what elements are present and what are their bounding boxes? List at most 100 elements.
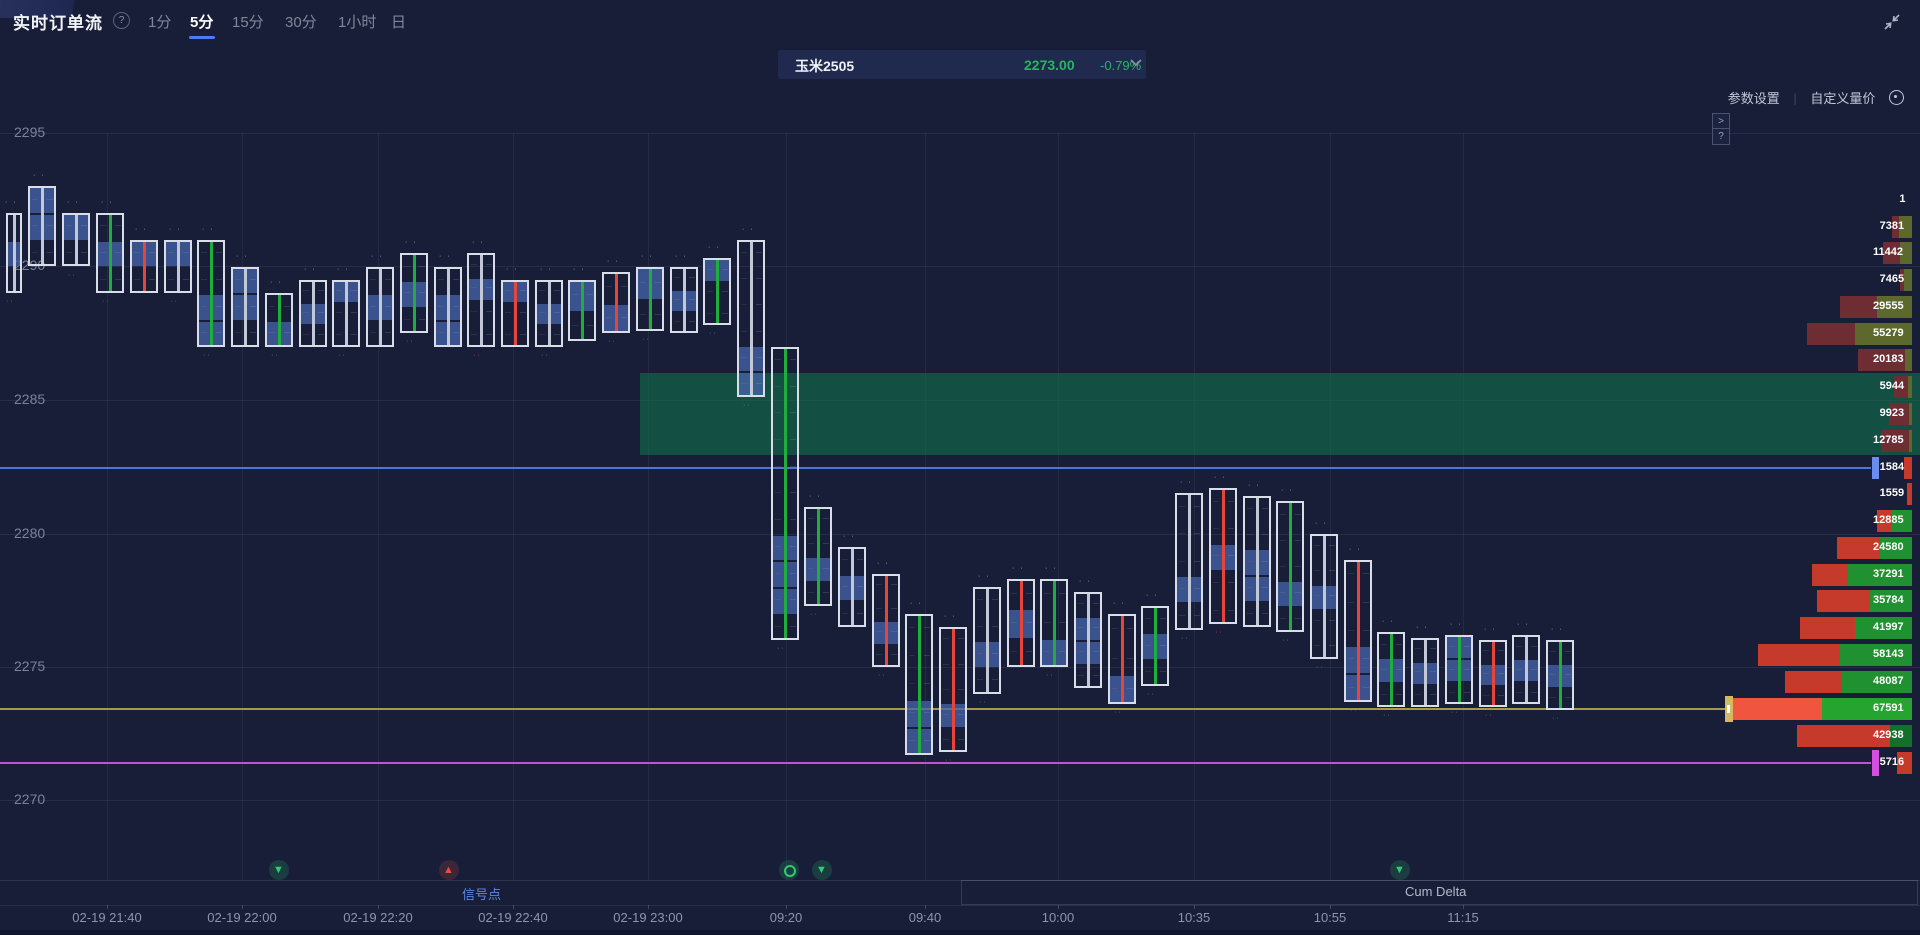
ask-volume-mark: ···	[857, 557, 863, 563]
candle-delta-line	[345, 282, 348, 345]
signal-marker-down-green[interactable]: ▼	[812, 860, 832, 880]
bid-volume-mark: ···	[876, 652, 882, 658]
tab-5分[interactable]: 5分	[190, 11, 213, 32]
custom-volume-button[interactable]: 自定义量价	[1810, 91, 1875, 106]
ask-volume-mark: ···	[1160, 616, 1166, 622]
ask-volume-mark: ···	[756, 302, 762, 308]
time-axis-label: 10:55	[1314, 910, 1347, 925]
candle-delta-annotation: ··	[1181, 635, 1190, 642]
signal-pane-label[interactable]: 信号点	[462, 884, 501, 903]
ask-volume-mark: ···	[216, 304, 222, 310]
bid-volume-mark: ···	[471, 332, 477, 338]
signal-marker-ring-green[interactable]	[779, 860, 799, 880]
candle-delta-annotation: ··	[777, 645, 786, 652]
ask-volume-mark: ···	[857, 611, 863, 617]
ask-volume-mark: ···	[1396, 667, 1402, 673]
bid-volume-mark: ···	[1044, 620, 1050, 626]
ask-volume-mark: ···	[1026, 620, 1032, 626]
candle-top-annotation: · ·	[1517, 621, 1530, 628]
time-gridline	[1330, 133, 1331, 880]
ask-volume-mark: ···	[891, 629, 897, 635]
ask-volume-mark: ···	[587, 292, 593, 298]
ask-volume-mark: ···	[1363, 600, 1369, 606]
candle-delta-line	[885, 576, 888, 665]
ask-volume-mark: ···	[1194, 613, 1200, 619]
bid-volume-mark: ···	[100, 277, 106, 283]
bid-volume-mark: ···	[1011, 649, 1017, 655]
ask-volume-mark: ···	[689, 297, 695, 303]
bid-volume-mark: ···	[336, 288, 342, 294]
ask-volume-mark: ···	[351, 288, 357, 294]
ask-volume-mark: ···	[924, 653, 930, 659]
ask-volume-mark: ···	[1194, 559, 1200, 565]
candle-top-annotation: · ·	[439, 253, 452, 260]
bid-volume-mark: ···	[808, 566, 814, 572]
candle-delta-line	[851, 549, 854, 625]
price-gridline	[0, 534, 1920, 535]
order-flow-window: 实时订单流 ? 1分5分15分30分1小时日 玉米2505 2273.00 -0…	[0, 0, 1920, 935]
bid-volume-mark: ···	[438, 304, 444, 310]
bid-volume-mark: ···	[1247, 559, 1253, 565]
bid-volume-mark: ···	[1112, 686, 1118, 692]
bid-volume-mark: ···	[1314, 568, 1320, 574]
tab-日[interactable]: 日	[391, 11, 406, 32]
price-axis-label: 2280	[14, 525, 45, 541]
profile-buy-bar	[1904, 269, 1912, 291]
signal-marker-down-green[interactable]: ▼	[269, 860, 289, 880]
tab-30分[interactable]: 30分	[285, 11, 317, 32]
bid-volume-mark: ···	[370, 330, 376, 336]
panel-help-button[interactable]: ?	[1712, 128, 1730, 145]
signal-marker-down-green[interactable]: ▼	[1390, 860, 1410, 880]
signal-marker-up-red[interactable]: ▲	[439, 860, 459, 880]
ask-volume-mark: ···	[790, 464, 796, 470]
bid-volume-mark: ···	[1213, 499, 1219, 505]
time-gridline	[513, 133, 514, 880]
profile-sell-bar	[1807, 323, 1855, 345]
cum-delta-label[interactable]: Cum Delta	[1405, 884, 1466, 899]
ask-volume-mark: ···	[1093, 673, 1099, 679]
ask-volume-mark: ···	[1329, 543, 1335, 549]
candle-top-annotation: · ·	[1248, 482, 1261, 489]
profile-volume-value: 48087	[1873, 675, 1904, 687]
candle-delta-line	[1458, 637, 1461, 702]
ask-volume-mark: ···	[756, 250, 762, 256]
bid-volume-mark: ···	[370, 277, 376, 283]
ask-volume-mark: ···	[1228, 526, 1234, 532]
tab-15分[interactable]: 15分	[232, 11, 264, 32]
bid-volume-mark: ···	[572, 323, 578, 329]
visibility-toggle-icon[interactable]	[1889, 90, 1904, 105]
bid-volume-mark: ···	[1483, 693, 1489, 699]
ask-volume-mark: ···	[419, 290, 425, 296]
bid-volume-mark: ···	[336, 332, 342, 338]
tab-1分[interactable]: 1分	[148, 11, 171, 32]
collapse-icon[interactable]	[1882, 12, 1902, 32]
time-axis-label: 11:15	[1447, 910, 1479, 925]
help-icon[interactable]: ?	[113, 12, 130, 29]
bid-volume-mark: ···	[201, 250, 207, 256]
candle-top-annotation: · ·	[1416, 624, 1429, 631]
bid-volume-mark: ···	[876, 582, 882, 588]
ask-volume-mark: ···	[183, 277, 189, 283]
bid-volume-mark: ···	[741, 302, 747, 308]
time-axis-label: 02-19 22:00	[207, 910, 276, 925]
ask-volume-mark: ···	[756, 276, 762, 282]
ask-volume-mark: ···	[250, 277, 256, 283]
candle-delta-annotation: ··	[911, 760, 920, 767]
contract-selector[interactable]: 玉米2505 2273.00 -0.79%	[778, 50, 1146, 79]
candle-top-annotation: · ·	[641, 253, 654, 260]
time-gridline	[378, 133, 379, 880]
blue-level	[0, 467, 1871, 469]
bid-volume-mark: ···	[1381, 692, 1387, 698]
ask-volume-mark: ···	[1262, 559, 1268, 565]
tab-1小时[interactable]: 1小时	[338, 11, 376, 32]
ask-volume-mark: ···	[1430, 692, 1436, 698]
bid-volume-mark: ···	[808, 516, 814, 522]
bid-volume-mark: ···	[977, 624, 983, 630]
chevron-down-icon	[1130, 59, 1142, 67]
time-axis-label: 09:20	[770, 910, 803, 925]
bid-volume-mark: ···	[1348, 685, 1354, 691]
candle-delta-line	[683, 269, 686, 332]
param-settings-button[interactable]: 参数设置	[1728, 91, 1780, 106]
bid-volume-mark: ···	[1078, 649, 1084, 655]
bid-volume-mark: ···	[1247, 611, 1253, 617]
